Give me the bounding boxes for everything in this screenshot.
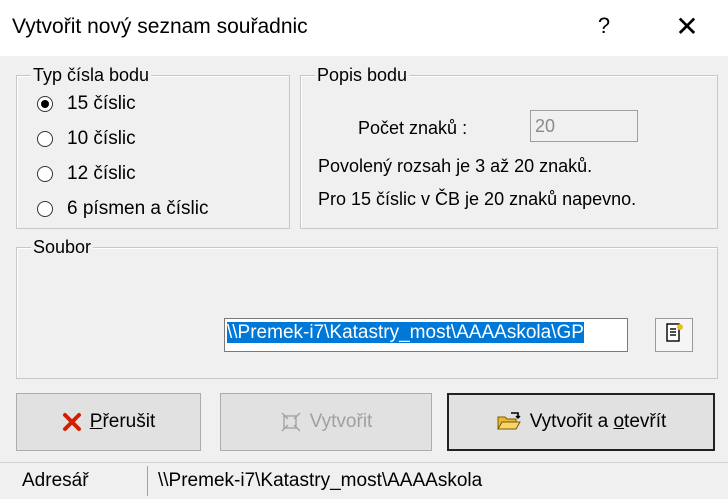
create-icon [280,411,302,433]
count-input[interactable] [530,110,638,142]
file-legend: Soubor [31,237,94,257]
radio-label: 6 písmen a číslic [67,198,209,219]
radio-indicator[interactable] [37,96,53,112]
status-label: Adresář [22,470,89,491]
cancel-button[interactable]: Přerušit [16,393,201,451]
count-label: Počet znaků : [358,118,468,138]
point-type-legend: Typ čísla bodu [31,65,152,85]
radio-label: 12 číslic [67,163,136,184]
radio-indicator[interactable] [37,201,53,217]
window-title: Vytvořit nový seznam souřadnic [12,15,308,38]
status-divider [147,466,148,496]
range-info: Povolený rozsah je 3 až 20 znaků. [318,156,593,176]
file-path-input[interactable]: \\Premek-i7\Katastry_most\AAAAskola\GP [224,318,628,352]
file-group: Soubor [16,237,718,379]
close-button[interactable]: ✕ [662,10,712,44]
radio-indicator[interactable] [37,131,53,147]
cancel-label: Přerušit [89,411,156,432]
help-button[interactable]: ? [584,13,624,43]
file-path-text: \\Premek-i7\Katastry_most\AAAAskola\GP [227,322,584,343]
point-type-group: Typ čísla bodu 15 číslic 10 číslic 12 čí… [16,65,290,229]
open-folder-icon [496,411,522,433]
create-open-label: Vytvořit a otevřít [529,411,667,432]
radio-label: 15 číslic [67,93,136,114]
point-desc-legend: Popis bodu [315,65,410,85]
browse-button[interactable] [655,318,693,352]
document-icon [664,322,684,349]
radio-indicator[interactable] [37,166,53,182]
cancel-x-icon [62,412,82,432]
status-path: \\Premek-i7\Katastry_most\AAAAskola [158,470,483,491]
radio-label: 10 číslic [67,128,136,149]
status-bar: Adresář \\Premek-i7\Katastry_most\AAAAsk… [0,462,728,499]
title-bar: Vytvořit nový seznam souřadnic ? ✕ [0,0,728,56]
fixed-info: Pro 15 číslic v ČB je 20 znaků napevno. [318,189,637,209]
create-open-button[interactable]: Vytvořit a otevřít [447,393,715,451]
create-label: Vytvořit [309,411,373,432]
create-button[interactable]: Vytvořit [220,393,432,451]
